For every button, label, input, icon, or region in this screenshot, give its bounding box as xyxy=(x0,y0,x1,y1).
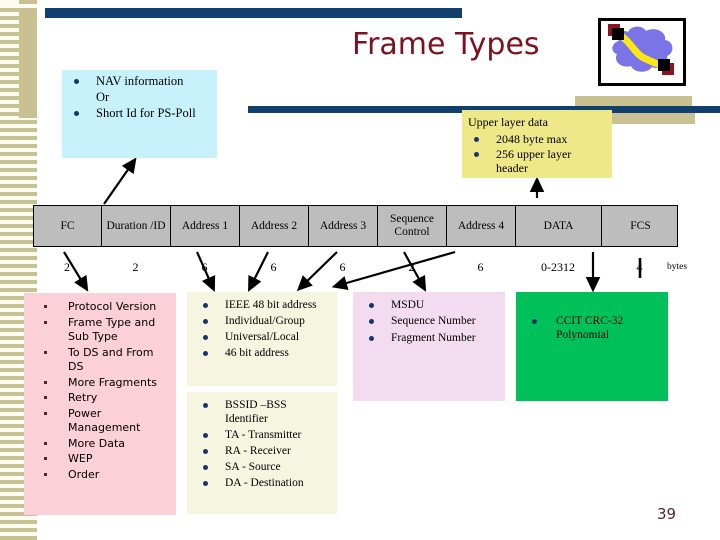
frame-size-fc: 2 xyxy=(64,259,70,274)
upper-layer-list: 2048 byte max 256 upper layer header xyxy=(468,132,606,175)
frame-size-row: 2 2 6 6 6 2 6 0-2312 4 xyxy=(33,258,678,276)
frame-size-data: 0-2312 xyxy=(541,259,575,274)
network-cloud-logo xyxy=(598,18,686,86)
callout-upper-layer-data: Upper layer data 2048 byte max 256 upper… xyxy=(462,110,612,178)
page-number: 39 xyxy=(657,505,677,523)
khaki-accent-bar-lower xyxy=(610,113,695,124)
list-item: Individual/Group xyxy=(193,314,331,328)
list-item: 2048 byte max xyxy=(468,132,606,146)
nav-list: NAV information Or Short Id for PS-Poll xyxy=(68,74,211,120)
list-item: Power Management xyxy=(30,407,170,436)
list-item: Short Id for PS-Poll xyxy=(68,106,211,121)
list-item: 256 upper layer header xyxy=(468,147,606,175)
list-item: Fragment Number xyxy=(359,331,499,345)
list-item: IEEE 48 bit address xyxy=(193,298,331,312)
frame-units-label: bytes xyxy=(667,262,688,272)
slide-canvas: Frame Types NAV information Or Short Id … xyxy=(0,0,720,540)
list-item: WEP xyxy=(30,452,170,467)
list-item: SA - Source xyxy=(193,460,331,474)
cloud-icon xyxy=(608,24,674,75)
list-item: Retry xyxy=(30,391,170,406)
frame-field-address-2: Address 2 xyxy=(240,206,309,246)
list-item: DA - Destination xyxy=(193,476,331,490)
callout-address-format: IEEE 48 bit address Individual/Group Uni… xyxy=(187,292,337,386)
list-item: CCIT CRC-32 Polynomial xyxy=(522,314,662,342)
callout-fcs-polynomial: CCIT CRC-32 Polynomial xyxy=(516,292,668,401)
frame-field-address-4: Address 4 xyxy=(447,206,516,246)
address-format-list: IEEE 48 bit address Individual/Group Uni… xyxy=(193,298,331,360)
frame-field-address-3: Address 3 xyxy=(309,206,378,246)
list-item: Universal/Local xyxy=(193,330,331,344)
callout-address-roles: BSSID –BSS Identifier TA - Transmitter R… xyxy=(187,392,337,514)
page-title: Frame Types xyxy=(352,27,540,62)
list-item: 46 bit address xyxy=(193,346,331,360)
callout-sequence-control-fields: MSDU Sequence Number Fragment Number xyxy=(353,292,505,401)
callout-frame-control-fields: Protocol Version Frame Type and Sub Type… xyxy=(24,293,176,515)
callout-nav-information: NAV information Or Short Id for PS-Poll xyxy=(62,70,217,158)
list-item: To DS and From DS xyxy=(30,346,170,375)
frame-size-address-3: 6 xyxy=(339,259,346,274)
frame-size-address-1: 6 xyxy=(201,259,208,274)
list-item: Protocol Version xyxy=(30,300,170,315)
list-item: Or xyxy=(96,89,110,104)
frame-size-address-2: 6 xyxy=(270,259,277,274)
sequence-control-list: MSDU Sequence Number Fragment Number xyxy=(359,298,499,345)
list-item: More Fragments xyxy=(30,376,170,391)
frame-field-data: DATA xyxy=(516,206,602,246)
frame-field-fcs: FCS xyxy=(630,219,651,232)
list-item: Frame Type and Sub Type xyxy=(30,316,170,345)
frame-field-sequence-control: Sequence Control xyxy=(378,206,447,246)
list-item: Sequence Number xyxy=(359,314,499,328)
list-item: More Data xyxy=(30,437,170,452)
frame-control-list: Protocol Version Frame Type and Sub Type… xyxy=(30,300,170,482)
frame-size-address-4: 6 xyxy=(477,259,484,274)
sidebar-notch xyxy=(0,0,19,6)
frame-size-duration-id: 2 xyxy=(132,259,139,274)
list-item: RA - Receiver xyxy=(193,444,331,458)
list-item: Order xyxy=(30,468,170,483)
list-item: NAV information xyxy=(68,74,211,89)
top-blue-rule xyxy=(45,8,462,18)
list-item: TA - Transmitter xyxy=(193,428,331,442)
frame-format-table: FC Duration /ID Address 1 Address 2 Addr… xyxy=(33,205,678,247)
fcs-list: CCIT CRC-32 Polynomial xyxy=(522,314,662,342)
upper-layer-header: Upper layer data xyxy=(468,115,548,129)
frame-size-sequence-control: 2 xyxy=(408,259,415,274)
frame-field-fc: FC xyxy=(34,206,102,246)
list-item: BSSID –BSS Identifier xyxy=(193,398,331,426)
address-roles-list: BSSID –BSS Identifier TA - Transmitter R… xyxy=(193,398,331,490)
frame-field-duration-id: Duration /ID xyxy=(102,206,171,246)
sidebar-block xyxy=(19,8,37,118)
frame-field-address-1: Address 1 xyxy=(171,206,240,246)
list-item: MSDU xyxy=(359,298,499,312)
